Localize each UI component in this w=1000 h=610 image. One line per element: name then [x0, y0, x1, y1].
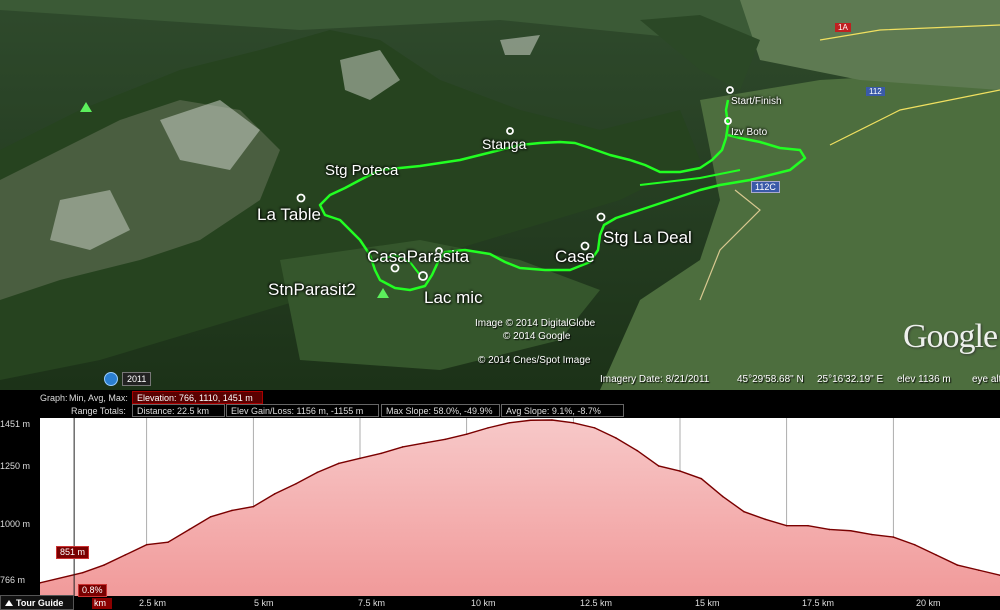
- graph-label: Graph:: [40, 393, 68, 403]
- elevation-point: [785, 524, 788, 527]
- elevation-point: [316, 471, 319, 474]
- avg-slope-stat: Avg Slope: 9.1%, -8.7%: [501, 404, 624, 417]
- elevation-point: [273, 493, 276, 495]
- elevation-readout: elev 1136 m: [897, 374, 951, 385]
- elevation-point: [935, 554, 937, 556]
- elevation-point: [892, 536, 895, 538]
- elevation-point: [593, 427, 596, 429]
- waypoint-stg-la-deal[interactable]: Stg La Deal: [603, 228, 692, 248]
- waypoint-stg-poteca[interactable]: Stg Poteca: [325, 162, 398, 179]
- x-tick-label: 20 km: [916, 598, 941, 608]
- elevation-point: [231, 509, 233, 512]
- x-tick-label: 7.5 km: [358, 598, 386, 608]
- elevation-point: [145, 543, 148, 546]
- x-axis-unit-marker: km: [92, 598, 112, 609]
- elevation-point: [295, 482, 297, 485]
- elevation-point: [551, 419, 553, 421]
- globe-icon: [104, 372, 118, 386]
- waypoint-casaparasita[interactable]: CasaParasita: [367, 247, 469, 267]
- caret-up-icon: [5, 600, 13, 606]
- x-tick-label: 5 km: [254, 598, 274, 608]
- x-tick-label: 12.5 km: [580, 598, 613, 608]
- waypoint-lac-mic[interactable]: Lac mic: [424, 288, 483, 308]
- satellite-map[interactable]: Start/Finish Izv Boto Stanga Stg Poteca …: [0, 0, 1000, 390]
- waypoint-start-finish[interactable]: Start/Finish: [731, 96, 782, 107]
- elevation-point: [81, 571, 84, 574]
- elev-gain-loss-stat: Elev Gain/Loss: 1156 m, -1155 m: [226, 404, 379, 417]
- x-tick-label: 15 km: [695, 598, 720, 608]
- elevation-point: [252, 505, 255, 508]
- elevation-point: [913, 543, 916, 546]
- elevation-point: [636, 449, 639, 452]
- elevation-point: [380, 452, 383, 455]
- waypoint-stnparasit2[interactable]: StnParasit2: [268, 280, 356, 300]
- x-tick-label: 10 km: [471, 598, 496, 608]
- elevation-point: [977, 569, 980, 571]
- elevation-point: [572, 421, 575, 424]
- elevation-point: [508, 421, 511, 424]
- x-tick-label: 2.5 km: [139, 598, 167, 608]
- elevation-point: [743, 510, 745, 513]
- elevation-point: [700, 477, 703, 480]
- elevation-point: [529, 419, 532, 422]
- elevation-point: [359, 457, 361, 460]
- tour-guide-label: Tour Guide: [16, 598, 64, 608]
- elevation-point: [167, 541, 169, 543]
- tour-guide-button[interactable]: Tour Guide: [0, 595, 74, 610]
- road-shield-112: 112: [866, 87, 885, 96]
- elevation-point: [124, 554, 127, 556]
- elevation-chart[interactable]: [39, 418, 1000, 596]
- elevation-point: [679, 470, 681, 472]
- road-shield-1a: 1A: [835, 23, 851, 32]
- imagery-date: Imagery Date: 8/21/2011: [600, 374, 710, 385]
- elevation-point: [337, 462, 340, 465]
- elevation-point: [956, 564, 959, 566]
- y-tick-label: 1000 m: [0, 519, 31, 529]
- distance-stat: Distance: 22.5 km: [132, 404, 225, 417]
- elevation-point: [188, 528, 191, 531]
- eye-alt-readout: eye alt: [972, 374, 1000, 385]
- graph-value: Min, Avg, Max:: [69, 393, 128, 403]
- range-totals-label: Range Totals:: [71, 406, 126, 416]
- elevation-area: [40, 420, 1000, 596]
- gps-track: [80, 24, 1000, 301]
- elevation-point: [103, 564, 105, 566]
- elevation-point: [423, 442, 425, 444]
- waypoint-stanga[interactable]: Stanga: [482, 136, 526, 152]
- credit-cnes: © 2014 Cnes/Spot Image: [478, 355, 591, 366]
- google-logo: Google: [903, 318, 998, 355]
- elevation-point: [209, 515, 212, 518]
- waypoint-case[interactable]: Case: [555, 247, 595, 267]
- elevation-point: [828, 528, 831, 531]
- imagery-year: 2011: [122, 372, 152, 386]
- elevation-point: [444, 438, 447, 441]
- elevation-point: [871, 533, 873, 536]
- cursor-slope-value: 0.8%: [78, 584, 107, 597]
- elevation-chart-svg: [39, 418, 1000, 596]
- elevation-point: [764, 518, 767, 521]
- elevation-stats: Elevation: 766, 1110, 1451 m: [132, 391, 263, 404]
- y-tick-label: 1250 m: [0, 461, 31, 471]
- y-tick-label: 766 m: [0, 575, 26, 585]
- max-slope-stat: Max Slope: 58.0%, -49.9%: [381, 404, 500, 417]
- waypoint-la-table[interactable]: La Table: [257, 205, 321, 225]
- elevation-point: [721, 495, 724, 498]
- elevation-point: [615, 437, 617, 439]
- elevation-point: [465, 433, 468, 436]
- credit-google: © 2014 Google: [503, 331, 571, 342]
- x-tick-label: 17.5 km: [802, 598, 835, 608]
- elevation-point: [849, 529, 852, 532]
- road-shield-112c: 112C: [751, 181, 780, 193]
- elevation-point: [657, 465, 660, 467]
- credit-digitalglobe: Image © 2014 DigitalGlobe: [475, 318, 596, 329]
- elevation-point: [401, 446, 404, 448]
- latitude-readout: 45°29'58.68" N: [737, 374, 804, 385]
- longitude-readout: 25°16'32.19" E: [817, 374, 884, 385]
- elevation-point: [807, 524, 809, 527]
- y-tick-label: 1451 m: [0, 419, 31, 429]
- cursor-elevation-value: 851 m: [56, 546, 90, 559]
- historical-imagery-badge[interactable]: 2011: [104, 372, 152, 386]
- elevation-point: [487, 427, 489, 429]
- waypoint-izv-boto[interactable]: Izv Boto: [731, 127, 767, 138]
